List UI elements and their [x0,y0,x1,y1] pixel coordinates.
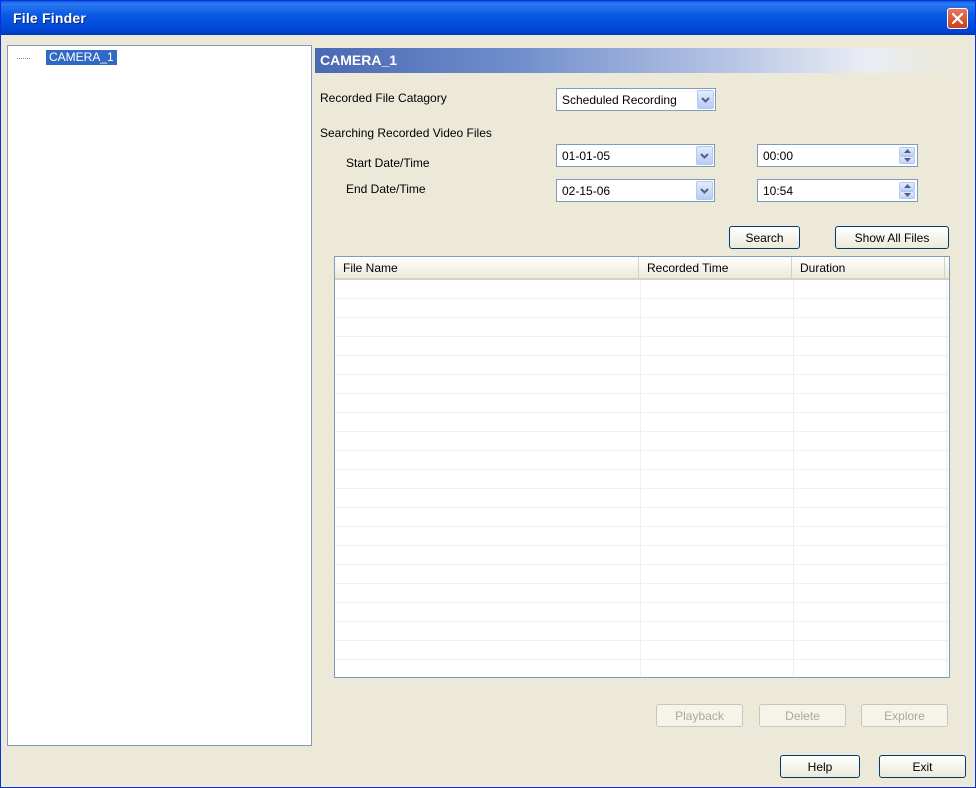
window-title: File Finder [13,10,86,26]
help-button[interactable]: Help [780,755,860,778]
list-row [335,375,949,394]
camera-panel: CAMERA_1 Recorded File Catagory Schedule… [315,45,969,741]
list-row [335,280,949,299]
start-time-value: 00:00 [763,149,794,163]
panel-header-title: CAMERA_1 [320,52,398,68]
list-row [335,356,949,375]
chevron-down-icon[interactable] [696,181,713,200]
list-row [335,527,949,546]
playback-button[interactable]: Playback [656,704,743,727]
show-all-files-button[interactable]: Show All Files [835,226,949,249]
tree-connector [17,58,30,59]
category-value: Scheduled Recording [562,93,677,107]
end-time-spinner[interactable]: 10:54 [757,179,918,202]
list-row [335,318,949,337]
list-row [335,299,949,318]
list-row [335,451,949,470]
category-select[interactable]: Scheduled Recording [556,88,716,111]
start-date-picker[interactable]: 01-01-05 [556,144,715,167]
column-header-recorded-time[interactable]: Recorded Time [639,257,792,278]
list-row [335,432,949,451]
start-date-value: 01-01-05 [562,149,611,163]
list-row [335,394,949,413]
list-row [335,413,949,432]
exit-button[interactable]: Exit [879,755,966,778]
start-datetime-label: Start Date/Time [346,156,430,170]
start-time-spinner[interactable]: 00:00 [757,144,918,167]
file-list-header: File Name Recorded Time Duration [335,257,949,280]
panel-header: CAMERA_1 [315,48,963,73]
file-list[interactable]: File Name Recorded Time Duration [334,256,950,678]
file-finder-window: File Finder CAMERA_1 CAMERA_1 Recorded F… [0,0,976,788]
list-row [335,584,949,603]
close-button[interactable] [947,8,968,29]
search-button[interactable]: Search [729,226,800,249]
list-row [335,546,949,565]
list-row [335,337,949,356]
spin-up-icon[interactable] [899,182,915,191]
spin-down-icon[interactable] [899,155,915,164]
title-bar[interactable]: File Finder [1,1,975,35]
search-section-label: Searching Recorded Video Files [320,126,492,140]
list-row [335,641,949,660]
end-date-value: 02-15-06 [562,184,611,198]
list-row [335,565,949,584]
explore-button[interactable]: Explore [861,704,948,727]
close-icon [952,13,963,24]
list-row [335,470,949,489]
end-datetime-label: End Date/Time [346,182,426,196]
end-time-value: 10:54 [763,184,794,198]
chevron-down-icon[interactable] [697,90,714,109]
column-header-duration[interactable]: Duration [792,257,945,278]
list-row [335,489,949,508]
category-label: Recorded File Catagory [320,91,447,105]
column-header-file-name[interactable]: File Name [335,257,639,278]
spin-down-icon[interactable] [899,190,915,199]
chevron-down-icon[interactable] [696,146,713,165]
list-row [335,508,949,527]
tree-item-label[interactable]: CAMERA_1 [46,50,117,65]
file-list-body [335,280,949,677]
end-date-picker[interactable]: 02-15-06 [556,179,715,202]
list-row [335,622,949,641]
delete-button[interactable]: Delete [759,704,846,727]
list-row [335,603,949,622]
camera-tree[interactable]: CAMERA_1 [7,45,312,746]
spin-up-icon[interactable] [899,147,915,156]
